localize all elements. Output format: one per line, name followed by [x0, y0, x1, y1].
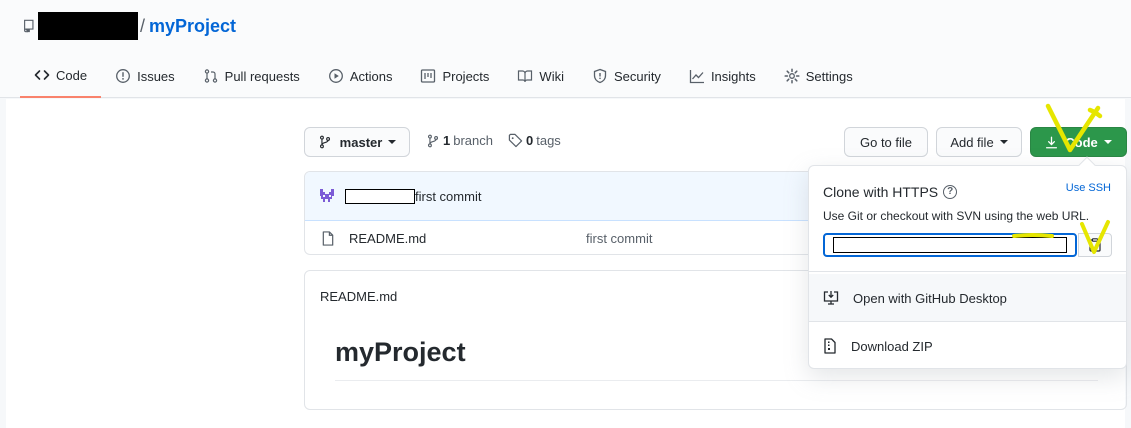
readme-heading: myProject	[335, 337, 466, 367]
download-icon	[1046, 136, 1058, 148]
github-repo-page: / myProject Code Issues Pull requests Ac…	[0, 0, 1131, 428]
book-icon	[518, 70, 533, 83]
tab-wiki[interactable]: Wiki	[503, 60, 578, 92]
file-icon	[322, 230, 334, 246]
branches-link[interactable]: 1 branch	[426, 133, 493, 148]
repo-icon	[24, 19, 34, 33]
tab-settings[interactable]: Settings	[770, 60, 867, 92]
commit-message[interactable]: first commit	[415, 189, 481, 204]
tab-label: Settings	[805, 68, 853, 84]
tab-label: Projects	[442, 68, 490, 84]
tag-icon	[508, 133, 523, 148]
tag-word: tags	[536, 133, 561, 148]
repo-title: / myProject	[22, 12, 236, 40]
project-icon	[421, 69, 436, 83]
code-button[interactable]: Code	[1030, 127, 1127, 157]
clone-url-input[interactable]	[823, 233, 1077, 257]
file-name[interactable]: README.md	[349, 231, 426, 246]
clone-url-redacted	[833, 237, 1067, 253]
file-list: first commit README.md first commit	[304, 171, 816, 255]
tab-security[interactable]: Security	[578, 60, 675, 92]
path-separator: /	[140, 15, 146, 36]
pull-request-icon	[204, 69, 217, 83]
use-ssh-link[interactable]: Use SSH	[1066, 182, 1111, 194]
avatar[interactable]	[317, 186, 337, 206]
tab-pull-requests[interactable]: Pull requests	[189, 60, 314, 92]
chevron-down-icon	[388, 140, 397, 144]
graph-icon	[689, 70, 704, 84]
clone-dropdown: Clone with HTTPS ? Use SSH Use Git or ch…	[808, 156, 1127, 370]
repo-name-link[interactable]: myProject	[149, 16, 236, 37]
tab-label: Wiki	[539, 68, 564, 84]
chevron-down-icon	[999, 140, 1008, 144]
heading-rule	[335, 380, 1098, 381]
code-icon	[34, 70, 50, 80]
clone-title: Clone with HTTPS ?	[823, 184, 958, 200]
tab-label: Code	[56, 67, 88, 83]
gear-icon	[784, 68, 800, 84]
add-file-label: Add file	[950, 134, 994, 150]
tab-label: Actions	[349, 68, 393, 84]
branch-icon	[427, 134, 439, 147]
tab-projects[interactable]: Projects	[406, 60, 503, 92]
download-zip-label: Download ZIP	[851, 338, 933, 354]
branch-count: 1	[443, 133, 451, 148]
clipboard-icon	[1089, 238, 1101, 252]
branch-name: master	[339, 134, 383, 150]
chevron-down-icon	[1103, 140, 1112, 144]
tab-label: Insights	[710, 68, 756, 84]
add-file-button[interactable]: Add file	[936, 127, 1022, 157]
desktop-download-icon	[823, 291, 839, 305]
tab-actions[interactable]: Actions	[314, 60, 407, 92]
play-icon	[328, 69, 343, 83]
copy-url-button[interactable]	[1078, 233, 1112, 257]
tab-issues[interactable]: Issues	[101, 60, 189, 92]
file-row[interactable]: README.md first commit	[305, 221, 815, 254]
tab-insights[interactable]: Insights	[675, 60, 770, 92]
file-commit-message[interactable]: first commit	[586, 231, 652, 246]
owner-name-redacted[interactable]	[38, 12, 138, 40]
tag-count: 0	[526, 133, 534, 148]
open-github-desktop-item[interactable]: Open with GitHub Desktop	[809, 274, 1126, 322]
shield-icon	[593, 68, 607, 84]
latest-commit-row: first commit	[305, 172, 815, 221]
author-name-redacted[interactable]	[345, 188, 415, 204]
go-to-file-label: Go to file	[859, 134, 913, 150]
download-zip-item[interactable]: Download ZIP	[809, 322, 1126, 370]
open-desktop-label: Open with GitHub Desktop	[853, 290, 1007, 306]
issue-icon	[116, 69, 131, 83]
repo-nav-tabs: Code Issues Pull requests Actions Projec…	[20, 60, 867, 98]
tab-code[interactable]: Code	[20, 60, 102, 98]
tab-label: Security	[613, 68, 661, 84]
tags-link[interactable]: 0 tags	[508, 133, 561, 148]
question-icon[interactable]: ?	[943, 185, 958, 199]
repo-header: / myProject Code Issues Pull requests Ac…	[0, 0, 1131, 98]
branch-icon	[319, 135, 330, 149]
branch-word: branch	[453, 133, 493, 148]
go-to-file-button[interactable]: Go to file	[844, 127, 928, 157]
tab-label: Issues	[137, 68, 175, 84]
tab-label: Pull requests	[224, 68, 300, 84]
readme-filename: README.md	[320, 289, 398, 304]
file-zip-icon	[824, 338, 836, 354]
code-button-label: Code	[1065, 134, 1098, 150]
dropdown-divider	[809, 271, 1126, 272]
clone-subtitle: Use Git or checkout with SVN using the w…	[823, 209, 1090, 223]
clone-title-text: Clone with HTTPS	[823, 184, 939, 200]
branch-select-button[interactable]: master	[304, 127, 410, 157]
